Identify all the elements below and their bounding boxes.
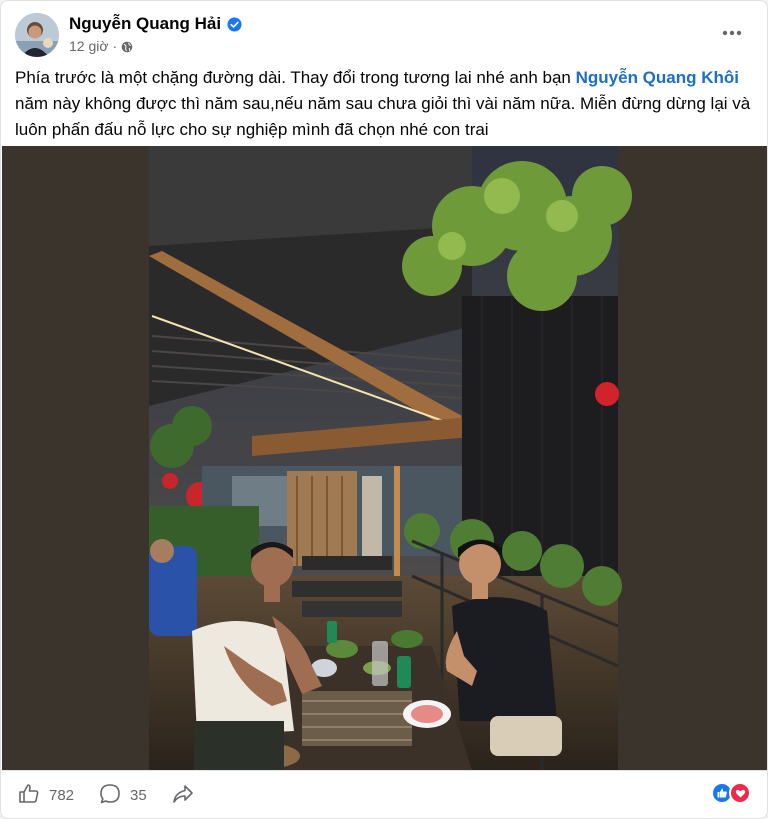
post-meta: 12 giờ ·: [69, 37, 133, 55]
post-text-before: Phía trước là một chặng đường dài. Thay …: [15, 68, 576, 87]
comment-button[interactable]: 35: [98, 780, 147, 812]
post-footer: 782 35: [1, 770, 767, 818]
mention-link[interactable]: Nguyễn Quang Khôi: [576, 68, 739, 87]
more-options-icon[interactable]: [715, 19, 749, 47]
like-count: 782: [49, 787, 75, 804]
thumbs-up-icon: [17, 782, 41, 810]
love-reaction-icon: [729, 782, 751, 804]
post-card: Nguyễn Quang Hải 12 giờ · Phía trước là …: [0, 0, 768, 819]
comment-icon: [98, 782, 122, 810]
share-icon: [171, 782, 195, 810]
author-avatar[interactable]: [15, 13, 59, 57]
like-button[interactable]: 782: [17, 780, 74, 812]
post-text-after: năm này không được thì năm sau,nếu năm s…: [15, 94, 751, 139]
post-text: Phía trước là một chặng đường dài. Thay …: [15, 65, 753, 143]
post-photo[interactable]: [2, 146, 767, 770]
share-button[interactable]: [171, 780, 195, 812]
verified-badge-icon: [227, 16, 242, 32]
reaction-summary[interactable]: [711, 782, 751, 804]
author-name-text[interactable]: Nguyễn Quang Hải: [69, 14, 221, 34]
post-header: Nguyễn Quang Hải 12 giờ ·: [15, 11, 753, 61]
comment-count: 35: [130, 787, 147, 804]
meta-separator: ·: [112, 38, 118, 54]
post-time[interactable]: 12 giờ: [69, 38, 109, 54]
globe-icon[interactable]: [121, 40, 133, 53]
author-name[interactable]: Nguyễn Quang Hải: [69, 13, 242, 35]
